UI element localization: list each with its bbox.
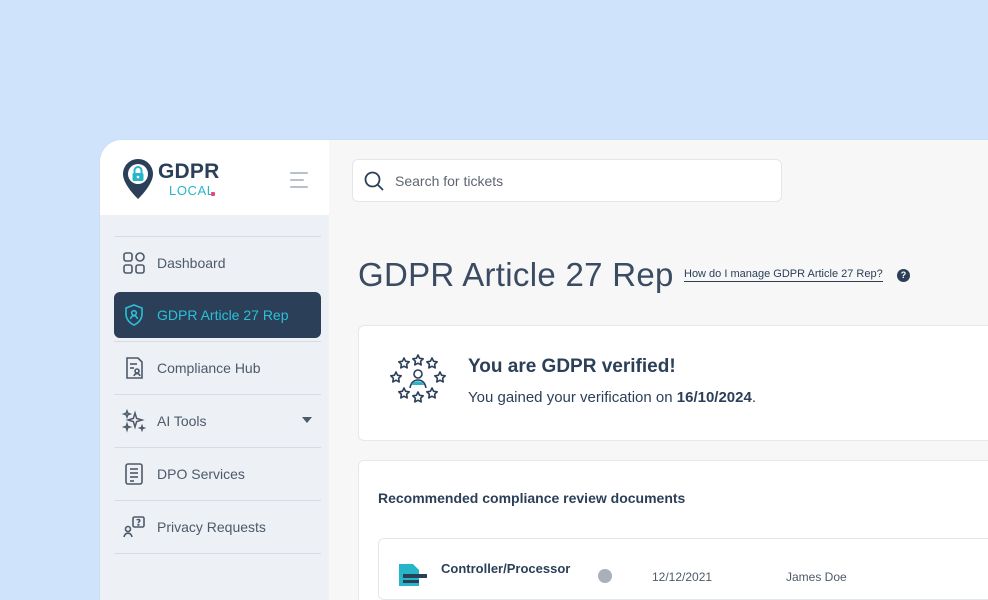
- app-window: GDPR LOCAL Dashboard GDPR Article 27 Rep…: [100, 140, 988, 600]
- search-icon: [364, 171, 384, 191]
- help-question-icon[interactable]: ?: [897, 269, 910, 282]
- sidebar-item-label: Dashboard: [157, 255, 226, 271]
- sparkles-icon: [121, 408, 147, 434]
- verification-date: 16/10/2024: [676, 389, 752, 406]
- verified-stars-user-icon: [390, 354, 446, 403]
- sidebar-item-ai-tools[interactable]: AI Tools: [114, 395, 321, 447]
- page-title: GDPR Article 27 Rep: [358, 256, 674, 293]
- logo-pin-icon: [123, 159, 153, 199]
- help-link[interactable]: How do I manage GDPR Article 27 Rep?: [684, 268, 883, 282]
- clipboard-list-icon: [121, 461, 147, 487]
- sidebar-item-label: Privacy Requests: [157, 519, 266, 535]
- sidebar-item-dpo-services[interactable]: DPO Services: [114, 448, 321, 500]
- dashboard-grid-icon: [121, 250, 147, 276]
- document-icon: [399, 564, 427, 586]
- menu-toggle-icon[interactable]: [290, 171, 308, 189]
- verification-card: You are GDPR verified! You gained your v…: [358, 325, 988, 441]
- sidebar-item-gdpr-article-27-rep[interactable]: GDPR Article 27 Rep: [114, 292, 321, 338]
- user-question-icon: [121, 514, 147, 540]
- sidebar-item-label: AI Tools: [157, 413, 207, 429]
- logo-area: GDPR LOCAL: [100, 140, 329, 215]
- document-user-icon: [121, 355, 147, 381]
- document-row[interactable]: Controller/Processor 12/12/2021 James Do…: [378, 538, 988, 600]
- sidebar-item-compliance-hub[interactable]: Compliance Hub: [114, 342, 321, 394]
- search-input[interactable]: [393, 171, 757, 190]
- nav-divider: [114, 553, 321, 554]
- verified-title: You are GDPR verified!: [468, 356, 676, 377]
- search-bar[interactable]: [352, 159, 782, 202]
- sidebar-nav: Dashboard GDPR Article 27 Rep Compliance…: [114, 236, 321, 554]
- chevron-down-icon[interactable]: [302, 417, 312, 423]
- sidebar-item-dashboard[interactable]: Dashboard: [114, 237, 321, 289]
- info-icon[interactable]: [598, 569, 612, 583]
- document-name: Controller/Processor: [441, 561, 571, 576]
- logo-subtitle: LOCAL: [169, 183, 215, 198]
- shield-user-icon: [121, 302, 147, 328]
- sidebar-item-label: Compliance Hub: [157, 360, 261, 376]
- document-date: 12/12/2021: [652, 570, 713, 584]
- recommended-documents-card: Recommended compliance review documents …: [358, 460, 988, 600]
- document-owner: James Doe: [786, 570, 847, 584]
- sidebar: GDPR LOCAL Dashboard GDPR Article 27 Rep…: [100, 140, 329, 600]
- sidebar-item-label: GDPR Article 27 Rep: [157, 307, 289, 323]
- logo-title: GDPR: [158, 160, 220, 183]
- documents-section-title: Recommended compliance review documents: [378, 490, 686, 506]
- logo-dot: [211, 192, 215, 196]
- sidebar-item-label: DPO Services: [157, 466, 245, 482]
- sidebar-item-privacy-requests[interactable]: Privacy Requests: [114, 501, 321, 553]
- verified-message: You gained your verification on 16/10/20…: [468, 389, 757, 406]
